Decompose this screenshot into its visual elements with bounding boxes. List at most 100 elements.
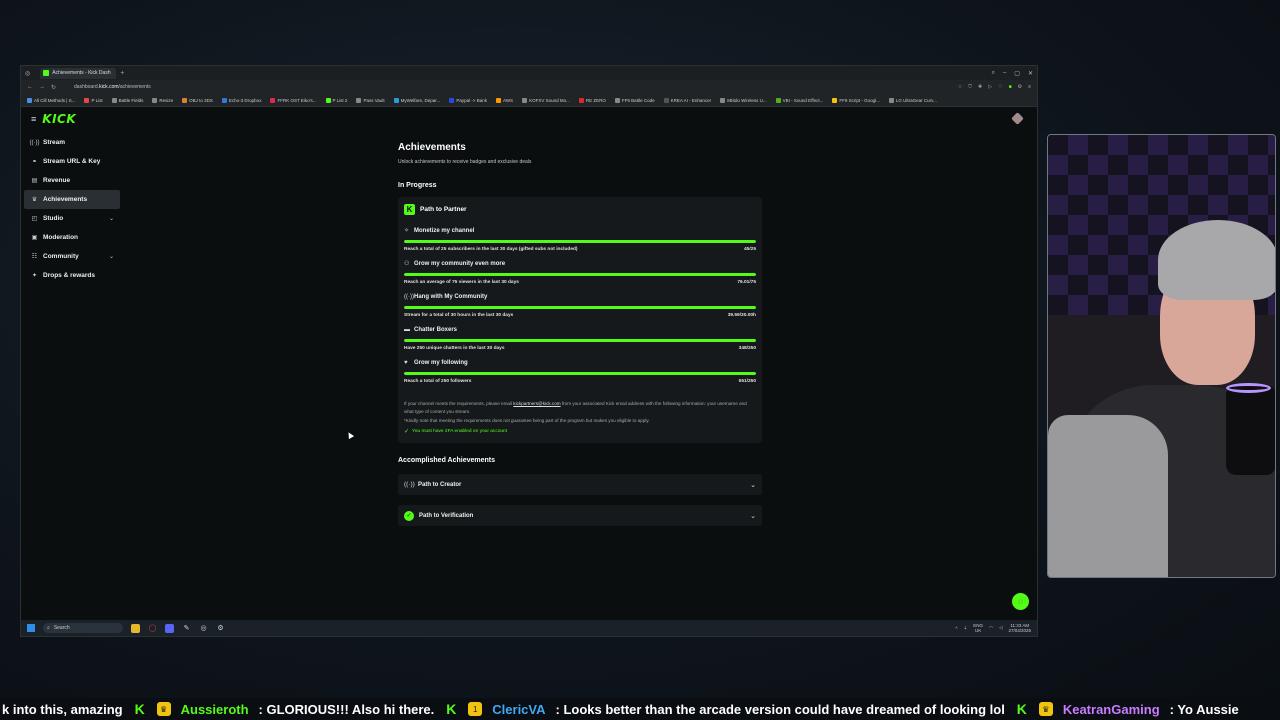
opera-icon[interactable]: ◯ xyxy=(148,624,157,633)
goal-progress-bar xyxy=(404,372,756,375)
goal-progress-bar xyxy=(404,306,756,309)
bookmark-item[interactable]: RE ZERO xyxy=(578,97,606,103)
chevron-down-icon[interactable]: ⌄ xyxy=(109,215,114,222)
chat-icon: ▬ xyxy=(404,326,410,333)
tab-achievements[interactable]: Achievements - Kick Dash xyxy=(40,67,117,79)
menu-icon[interactable]: ≡ xyxy=(1028,84,1031,90)
bookmark-item[interactable]: P List xyxy=(84,97,103,103)
user-avatar-icon[interactable] xyxy=(1011,112,1024,125)
accomplished-path-to-creator[interactable]: ((·)) Path to Creator ⌄ xyxy=(398,474,762,495)
goal-progress-fill xyxy=(404,306,756,309)
goal-progress-fill xyxy=(404,339,756,342)
accomplished-path-to-verification[interactable]: ✓ Path to Verification ⌄ xyxy=(398,505,762,526)
bookmark-item[interactable]: FF9 Battle Code xyxy=(614,97,655,103)
bookmark-item[interactable]: Paypal -> Bank xyxy=(449,97,487,103)
hamburger-icon[interactable]: ≡ xyxy=(31,114,36,124)
accomplished-heading: Accomplished Achievements xyxy=(398,457,495,464)
sidebar: ≡ KICK ((·)) Stream ⚭ Stream URL & Key ▤ Reve… xyxy=(21,107,123,620)
kick-extension-icon[interactable]: ■ xyxy=(1009,84,1012,90)
bookmark-item[interactable]: Resize xyxy=(152,97,173,103)
settings-icon[interactable]: ⚙ xyxy=(1018,84,1022,90)
partner-email-link[interactable]: kickpartners@kick.com xyxy=(513,401,560,406)
bookmark-item[interactable]: All Cill Methods | S... xyxy=(27,97,75,103)
goal-value: 39.59/30.00h xyxy=(727,313,756,318)
bookmark-item[interactable]: FF9 Script - Googl... xyxy=(832,97,880,103)
goal-progress-fill xyxy=(404,372,756,375)
sidebar-item-studio[interactable]: ◰ Studio ⌄ xyxy=(24,209,120,228)
sidebar-item-revenue[interactable]: ▤ Revenue xyxy=(24,171,120,190)
play-icon[interactable]: ▷ xyxy=(988,84,992,90)
kick-logo[interactable]: KICK xyxy=(42,112,76,126)
logo-row: ≡ KICK xyxy=(24,111,120,127)
bookmark-item[interactable]: KOFXV Sound Mo... xyxy=(522,97,570,103)
discord-icon[interactable] xyxy=(165,623,174,633)
bookmark-item[interactable]: Pass Vault xyxy=(356,97,385,103)
goal-value: 45/25 xyxy=(743,247,756,252)
new-tab-button[interactable]: + xyxy=(120,70,124,77)
bookmark-item[interactable]: VBI - Sound Effect... xyxy=(775,97,823,103)
file-explorer-icon[interactable] xyxy=(131,623,140,633)
bookmark-item[interactable]: 8Bitdo Wireless U... xyxy=(720,97,767,103)
forward-icon[interactable]: → xyxy=(39,84,45,90)
verified-icon: ✓ xyxy=(404,510,414,521)
bookmark-item[interactable]: OBJ to 3DS xyxy=(182,97,213,103)
bookmark-item[interactable]: MyWelfare, Depar... xyxy=(393,97,440,103)
shield-icon[interactable]: ⛉ xyxy=(968,84,972,90)
bookmark-favicon-icon xyxy=(356,97,362,103)
sidebar-item-drops-rewards[interactable]: ✦ Drops & rewards xyxy=(24,266,120,285)
url-field[interactable]: dashboard.kick.com/achievements xyxy=(74,84,151,90)
sidebar-item-achievements[interactable]: ♛ Achievements xyxy=(24,190,120,209)
browser-menu-icon[interactable]: ◎ xyxy=(25,70,30,77)
stream-icon: ((·)) xyxy=(29,139,40,146)
heart-icon[interactable]: ♡ xyxy=(998,84,1002,90)
bookmark-item[interactable]: AWS xyxy=(495,97,513,103)
bookmark-favicon-icon xyxy=(775,97,781,103)
volume-icon[interactable]: ◁ xyxy=(999,625,1002,631)
bookmark-favicon-icon xyxy=(152,97,158,103)
bookmark-item[interactable]: FFRK OST Eiko's... xyxy=(270,97,317,103)
network-icon[interactable]: ⇣ xyxy=(964,625,968,631)
chat-bubble-button[interactable]: ◌ xyxy=(1012,593,1029,610)
bookmark-item[interactable]: Battle Fields xyxy=(111,97,143,103)
bookmark-item[interactable]: Echo-3 Dropbox xyxy=(221,97,261,103)
windows-start-icon[interactable] xyxy=(27,624,35,632)
tray-chevron-icon[interactable]: ^ xyxy=(955,626,957,631)
sidebar-item-stream-url-key[interactable]: ⚭ Stream URL & Key xyxy=(24,152,120,171)
sidebar-item-moderation[interactable]: ▣ Moderation xyxy=(24,228,120,247)
goal-value: 551/250 xyxy=(738,379,756,384)
bookmark-item[interactable]: P List 2 xyxy=(325,97,347,103)
close-icon[interactable]: ✕ xyxy=(1028,70,1033,77)
bookmark-icon[interactable]: ☆ xyxy=(958,84,962,90)
chevron-down-icon[interactable]: ⌄ xyxy=(750,512,756,520)
page-subtitle: Unlock achievements to receive badges an… xyxy=(398,159,532,165)
steam-icon[interactable]: ✎ xyxy=(182,624,191,633)
bookmark-favicon-icon xyxy=(111,97,117,103)
clock[interactable]: 11:33 AM 27/03/2026 xyxy=(1008,623,1031,633)
goal-progress-bar xyxy=(404,273,756,276)
sidebar-item-community[interactable]: ☷ Community ⌄ xyxy=(24,247,120,266)
maximize-icon[interactable]: ▢ xyxy=(1014,70,1020,77)
taskbar-search[interactable]: ⌕ Search xyxy=(43,623,123,633)
tab-title: Achievements - Kick Dash xyxy=(52,70,111,76)
bookmark-favicon-icon xyxy=(221,97,227,103)
minimize-icon[interactable]: – xyxy=(1003,70,1006,77)
search-tabs-icon[interactable]: ⌕ xyxy=(992,70,995,77)
chat-ticker: k into this, amazing K ♛ Aussieroth: GLORIO… xyxy=(0,698,1280,720)
reload-icon[interactable]: ↻ xyxy=(51,84,56,91)
goal-footer: Reach a total of 25 subscribers in the l… xyxy=(404,247,756,252)
language-indicator[interactable]: ENG UK xyxy=(973,623,983,633)
obs-icon[interactable]: ◎ xyxy=(199,624,208,633)
back-icon[interactable]: ← xyxy=(27,84,33,90)
bookmark-item[interactable]: KREA AI - Enhancer xyxy=(663,97,711,103)
extension-icon[interactable]: ✚ xyxy=(978,84,982,90)
microphone xyxy=(1226,385,1275,475)
bookmark-item[interactable]: LG UltraGear Curv... xyxy=(888,97,937,103)
wifi-icon[interactable]: ◠ xyxy=(989,625,993,631)
settings-gear-icon[interactable]: ⚙ xyxy=(216,624,225,633)
chevron-down-icon[interactable]: ⌄ xyxy=(750,481,756,489)
goal-description: Reach an average of 75 viewers in the la… xyxy=(404,280,519,285)
chevron-down-icon[interactable]: ⌄ xyxy=(109,253,114,260)
chat-message-text: k into this, amazing xyxy=(2,701,123,717)
goal-footer: Reach a total of 250 followers 551/250 xyxy=(404,379,756,384)
sidebar-item-stream[interactable]: ((·)) Stream xyxy=(24,133,120,152)
